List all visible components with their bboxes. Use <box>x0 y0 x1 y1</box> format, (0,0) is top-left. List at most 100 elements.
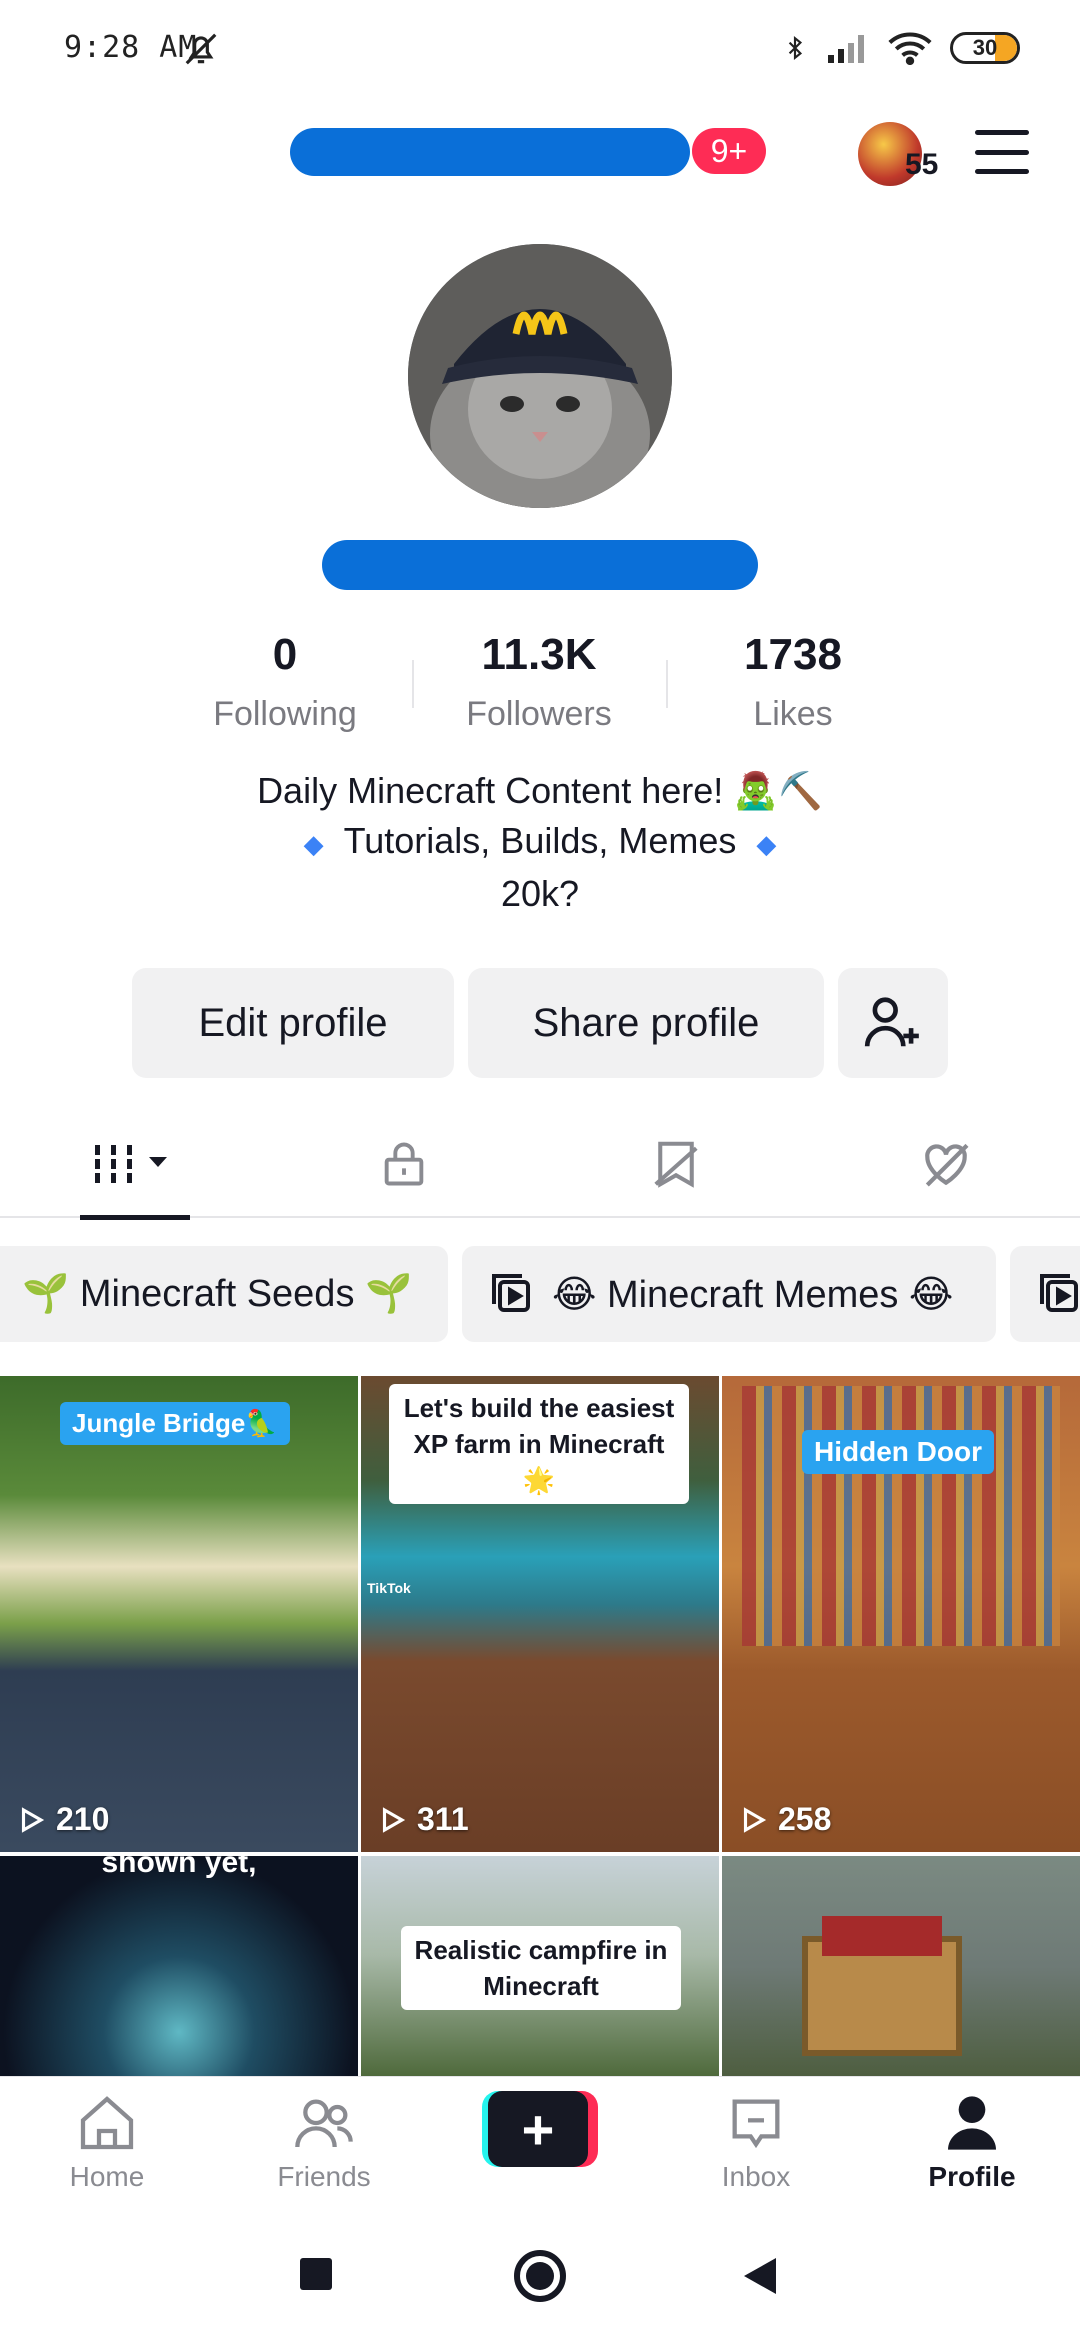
profile-stats: 0 Following 11.3K Followers 1738 Likes <box>0 624 1080 744</box>
lock-icon <box>384 1142 424 1186</box>
add-friend-button[interactable] <box>838 968 948 1078</box>
display-name-redacted <box>322 540 758 590</box>
playlist-icon <box>1040 1274 1078 1312</box>
repost-icon <box>654 1141 698 1188</box>
video-caption: Jungle Bridge🦜 <box>60 1402 290 1445</box>
view-count: 311 <box>377 1801 469 1838</box>
content-tabs <box>0 1110 1080 1220</box>
playlist-minecraft-seeds[interactable]: 🌱 Minecraft Seeds 🌱 <box>0 1246 448 1342</box>
playlist-icon <box>492 1274 530 1312</box>
playlists-row: 🌱 Minecraft Seeds 🌱 😂 Minecraft Memes 😂 <box>0 1246 1080 1342</box>
playlist-icon <box>0 1274 6 1314</box>
likes-count: 1738 <box>744 630 842 679</box>
recents-button[interactable] <box>300 2258 332 2290</box>
video-thumbnail[interactable]: Jungle Bridge🦜 210 <box>0 1376 358 1852</box>
bluetooth-icon <box>788 35 803 61</box>
inbox-icon <box>732 2099 780 2149</box>
nav-label: Home <box>69 2161 145 2192</box>
bio-line-2-text: Tutorials, Builds, Memes <box>343 820 737 861</box>
chest-lid-art <box>822 1916 942 1956</box>
liked-icon <box>925 1143 969 1187</box>
tab-reposts[interactable] <box>606 1110 746 1218</box>
video-caption: Let's build the easiest XP farm in Minec… <box>389 1384 689 1504</box>
nav-profile[interactable]: Profile <box>882 2077 1062 2211</box>
followers-label: Followers <box>466 695 612 733</box>
playlist-label: 😂 Minecraft Memes 😂 <box>552 1273 954 1316</box>
nav-label: Inbox <box>721 2161 791 2192</box>
tab-videos[interactable] <box>66 1110 206 1220</box>
stat-likes[interactable]: 1738 Likes <box>683 624 903 742</box>
view-count-value: 210 <box>56 1801 110 1837</box>
bio-line-1: Daily Minecraft Content here! 🧟‍♂️⛏️ <box>257 770 823 811</box>
stat-divider <box>412 660 414 708</box>
nav-label: Profile <box>928 2161 1016 2192</box>
view-count-value: 311 <box>417 1801 469 1837</box>
tab-private[interactable] <box>334 1110 474 1218</box>
bio: Daily Minecraft Content here! 🧟‍♂️⛏️ ◆ T… <box>0 766 1080 919</box>
profile-icon <box>948 2096 996 2150</box>
video-thumbnail[interactable]: Hidden Door 258 <box>722 1376 1080 1852</box>
system-nav <box>0 2210 1080 2340</box>
video-thumbnail[interactable]: shown yet, <box>0 1856 358 2076</box>
friends-icon <box>295 2099 353 2148</box>
following-count: 0 <box>272 630 298 679</box>
followers-count: 11.3K <box>481 630 597 679</box>
plus-icon: + <box>488 2091 588 2167</box>
grid-icon <box>95 1145 167 1183</box>
view-count-value: 258 <box>778 1801 832 1837</box>
username-redacted[interactable] <box>290 128 690 176</box>
back-button[interactable] <box>742 2256 778 2296</box>
diamond-icon: ◆ <box>756 829 777 859</box>
bell-off-icon <box>185 33 217 65</box>
tab-active-indicator <box>80 1215 190 1220</box>
stat-following[interactable]: 0 Following <box>175 624 395 742</box>
video-thumbnail[interactable]: Realistic campfire in Minecraft <box>361 1856 719 2076</box>
play-icon <box>382 1806 406 1833</box>
bio-line-2: ◆ Tutorials, Builds, Memes ◆ <box>0 816 1080 869</box>
video-thumbnail[interactable] <box>722 1856 1080 2076</box>
status-indicators: 30 <box>782 28 1020 68</box>
playlist-more[interactable] <box>1010 1246 1080 1342</box>
coin-count: 55 <box>905 148 939 181</box>
status-bar: 9:28 AM 30 <box>0 0 1080 96</box>
bio-line-3: 20k? <box>500 873 580 914</box>
wifi-icon <box>888 32 932 65</box>
edit-profile-button[interactable]: Edit profile <box>132 968 454 1078</box>
video-thumbnail[interactable]: Let's build the easiest XP farm in Minec… <box>361 1376 719 1852</box>
battery-icon: 30 <box>950 32 1020 64</box>
battery-level: 30 <box>972 35 998 60</box>
bookshelf-art <box>742 1386 1060 1646</box>
menu-icon[interactable] <box>975 130 1029 174</box>
video-caption: shown yet, <box>101 1856 257 1879</box>
signal-icon <box>828 35 864 63</box>
nav-label: Friends <box>277 2161 371 2192</box>
tiktok-watermark: TikTok <box>367 1580 411 1596</box>
diamond-icon: ◆ <box>303 829 324 859</box>
status-time: 9:28 AM <box>64 30 198 65</box>
likes-label: Likes <box>753 695 833 733</box>
stat-followers[interactable]: 11.3K Followers <box>429 624 649 742</box>
stat-divider <box>666 660 668 708</box>
notification-badge[interactable]: 9+ <box>692 128 766 174</box>
video-caption: Realistic campfire in Minecraft <box>401 1926 681 2010</box>
following-label: Following <box>213 695 357 733</box>
share-profile-button[interactable]: Share profile <box>468 968 824 1078</box>
play-icon <box>21 1806 45 1833</box>
bottom-nav: Home Friends + Inbox Profile <box>0 2076 1080 2210</box>
create-button[interactable]: + <box>482 2091 598 2167</box>
tab-liked[interactable] <box>876 1110 1016 1218</box>
home-system-button[interactable] <box>514 2250 566 2302</box>
nav-friends[interactable]: Friends <box>234 2077 414 2211</box>
playlist-minecraft-memes[interactable]: 😂 Minecraft Memes 😂 <box>462 1246 996 1342</box>
avatar[interactable] <box>408 244 672 508</box>
nav-home[interactable]: Home <box>17 2077 197 2211</box>
play-icon <box>743 1806 767 1833</box>
home-icon <box>80 2096 134 2150</box>
add-friend-icon <box>864 997 919 1047</box>
video-caption: Hidden Door <box>802 1430 994 1474</box>
playlist-label: 🌱 Minecraft Seeds 🌱 <box>22 1273 413 1315</box>
view-count: 210 <box>16 1801 109 1838</box>
nav-inbox[interactable]: Inbox <box>666 2077 846 2211</box>
video-grid: Jungle Bridge🦜 210 Let's build the easie… <box>0 1376 1080 2076</box>
view-count: 258 <box>738 1801 831 1838</box>
